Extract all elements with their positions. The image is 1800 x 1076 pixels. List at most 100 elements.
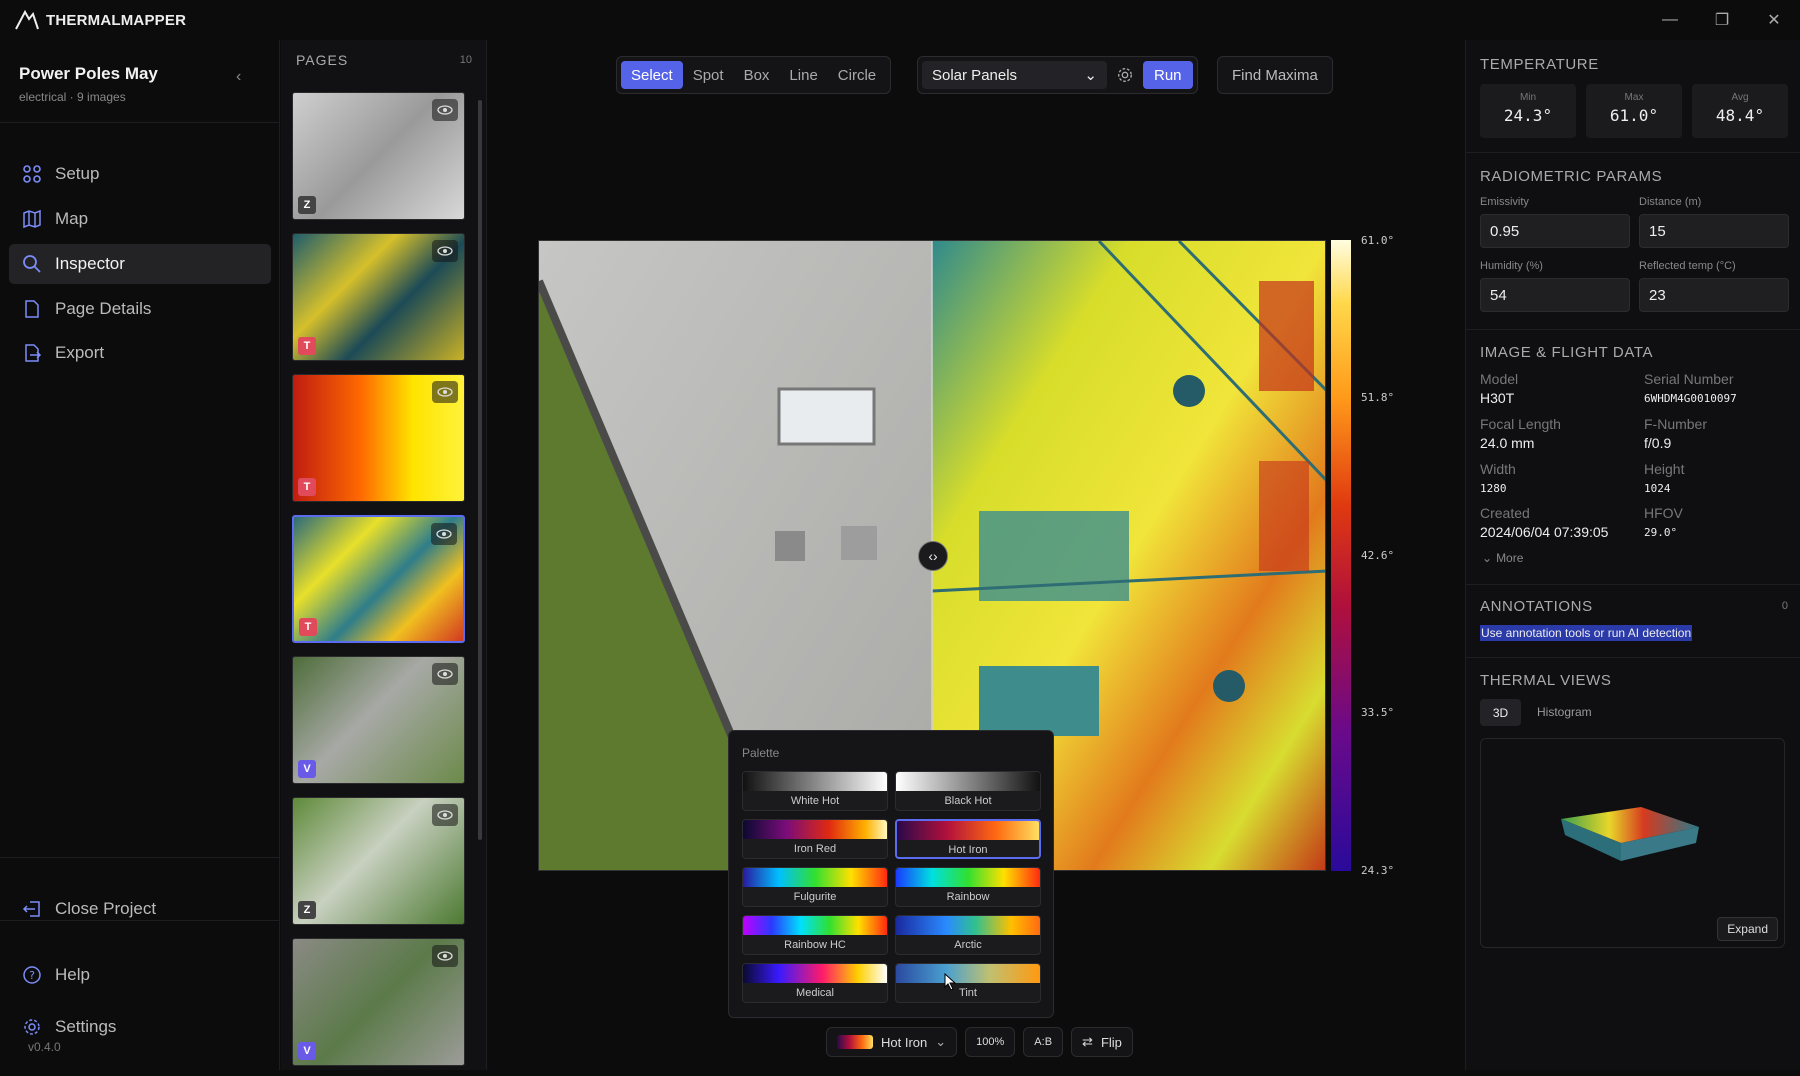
page-thumbnail[interactable]: T <box>292 374 465 502</box>
flight-data-heading: IMAGE & FLIGHT DATA <box>1480 344 1654 361</box>
tab-3d[interactable]: 3D <box>1480 699 1521 726</box>
height-value: 1024 <box>1644 482 1671 495</box>
colorbar-gradient <box>1331 240 1351 871</box>
temp-min-card: Min 24.3° <box>1480 84 1576 138</box>
humidity-field[interactable]: 54 <box>1480 278 1630 312</box>
palette-option-label: White Hot <box>790 795 840 807</box>
nav-map[interactable]: Map <box>9 199 271 239</box>
palette-option-black-hot[interactable]: Black Hot <box>895 771 1041 811</box>
reflected-temp-field[interactable]: 23 <box>1639 278 1789 312</box>
eye-icon[interactable] <box>431 523 457 545</box>
nav-export[interactable]: Export <box>9 333 271 373</box>
page-thumbnail[interactable]: V <box>292 938 465 1066</box>
page-thumbnail-selected[interactable]: T <box>292 515 465 643</box>
maximize-icon[interactable]: ❐ <box>1696 0 1748 40</box>
tool-circle[interactable]: Circle <box>828 61 886 89</box>
detection-controls: Solar Panels ⌄ Run <box>917 56 1198 94</box>
eye-icon[interactable] <box>432 240 458 262</box>
eye-icon[interactable] <box>432 945 458 967</box>
palette-option-label: Tint <box>959 987 977 999</box>
palette-option-rainbow[interactable]: Rainbow <box>895 867 1041 907</box>
nav-settings-label: Settings <box>55 1017 117 1036</box>
annotations-heading: ANNOTATIONS <box>1480 598 1593 615</box>
thermal-views-heading: THERMAL VIEWS <box>1480 672 1612 689</box>
tool-spot[interactable]: Spot <box>683 61 734 89</box>
tool-line[interactable]: Line <box>779 61 827 89</box>
app-logo: THERMALMAPPER <box>14 9 186 31</box>
eye-icon[interactable] <box>432 381 458 403</box>
nav-map-label: Map <box>55 209 89 228</box>
logo-icon <box>15 9 39 30</box>
colorbar-tick: 51.8° <box>1361 391 1395 404</box>
collapse-sidebar-icon[interactable]: ‹ <box>236 68 241 86</box>
focal-length-label: Focal Length <box>1480 416 1561 432</box>
nav-page-details[interactable]: Page Details <box>9 289 271 329</box>
page-thumbnail[interactable]: Z <box>292 797 465 925</box>
pages-heading: PAGES <box>296 52 349 68</box>
pages-panel: PAGES 10 Z T T T V Z V <box>281 40 487 1070</box>
nav-help[interactable]: ? Help <box>9 955 271 995</box>
palette-option-iron-red[interactable]: Iron Red <box>742 819 888 859</box>
colorbar-tick: 42.6° <box>1361 549 1395 562</box>
page-thumbnail[interactable]: V <box>292 656 465 784</box>
eye-icon[interactable] <box>432 663 458 685</box>
colorbar-tick: 33.5° <box>1361 706 1395 719</box>
more-button[interactable]: ⌄ More <box>1482 551 1523 565</box>
more-label: More <box>1496 551 1524 565</box>
page-thumbnail[interactable]: T <box>292 233 465 361</box>
preset-select-value: Solar Panels <box>932 66 1018 84</box>
nav-setup[interactable]: Setup <box>9 154 271 194</box>
nav-export-label: Export <box>55 343 105 362</box>
gear-icon[interactable] <box>1113 61 1137 89</box>
palette-option-medical[interactable]: Medical <box>742 963 888 1003</box>
palette-popover: Palette White Hot Black Hot Iron Red Hot… <box>728 730 1054 1018</box>
palette-option-fulgurite[interactable]: Fulgurite <box>742 867 888 907</box>
zoom-button[interactable]: 100% <box>965 1027 1016 1057</box>
serial-value: 6WHDM4G0010097 <box>1644 392 1737 405</box>
export-icon <box>25 344 42 362</box>
palette-option-white-hot[interactable]: White Hot <box>742 771 888 811</box>
pages-count: 10 <box>459 54 472 66</box>
annotations-count: 0 <box>1781 600 1788 612</box>
close-project-button[interactable]: Close Project <box>9 889 271 929</box>
tool-box[interactable]: Box <box>734 61 780 89</box>
split-handle[interactable]: ‹› <box>918 541 948 571</box>
emissivity-field[interactable]: 0.95 <box>1480 214 1630 248</box>
width-label: Width <box>1480 461 1516 477</box>
preset-select[interactable]: Solar Panels ⌄ <box>922 61 1107 89</box>
run-button[interactable]: Run <box>1143 61 1193 89</box>
annotation-tools: Select Spot Box Line Circle <box>616 56 892 94</box>
search-icon <box>23 255 41 273</box>
eye-icon[interactable] <box>432 804 458 826</box>
title-bar: THERMALMAPPER — ❐ ✕ <box>0 0 1800 40</box>
palette-option-arctic[interactable]: Arctic <box>895 915 1041 955</box>
eye-icon[interactable] <box>432 99 458 121</box>
pages-scrollbar[interactable] <box>478 100 482 840</box>
svg-text:?: ? <box>29 969 35 982</box>
ab-compare-button[interactable]: A:B <box>1023 1027 1064 1057</box>
palette-option-rainbow-hc[interactable]: Rainbow HC <box>742 915 888 955</box>
temp-avg-card: Avg 48.4° <box>1692 84 1788 138</box>
cursor-icon <box>944 973 956 991</box>
temp-max-value: 61.0° <box>1609 106 1659 125</box>
page-thumbnail[interactable]: Z <box>292 92 465 220</box>
flip-button[interactable]: ⇄ Flip <box>1071 1027 1133 1057</box>
page-type-badge: T <box>299 618 317 636</box>
close-icon[interactable]: ✕ <box>1748 0 1800 40</box>
expand-button[interactable]: Expand <box>1717 917 1778 941</box>
palette-option-hot-iron[interactable]: Hot Iron <box>895 819 1041 859</box>
palette-option-tint[interactable]: Tint <box>895 963 1041 1003</box>
minimize-icon[interactable]: — <box>1644 0 1696 40</box>
chevron-down-icon: ⌄ <box>1084 67 1097 84</box>
hfov-value: 29.0° <box>1644 526 1678 539</box>
distance-field[interactable]: 15 <box>1639 214 1789 248</box>
hfov-label: HFOV <box>1644 505 1683 521</box>
page-type-badge: Z <box>298 196 316 214</box>
palette-select-button[interactable]: Hot Iron ⌄ <box>826 1027 958 1057</box>
nav-inspector[interactable]: Inspector <box>9 244 271 284</box>
thermal-3d-view[interactable]: Expand <box>1480 738 1785 948</box>
find-maxima-button[interactable]: Find Maxima <box>1222 61 1328 89</box>
logout-icon <box>22 901 40 917</box>
tool-select[interactable]: Select <box>621 61 683 89</box>
tab-histogram[interactable]: Histogram <box>1537 705 1592 719</box>
